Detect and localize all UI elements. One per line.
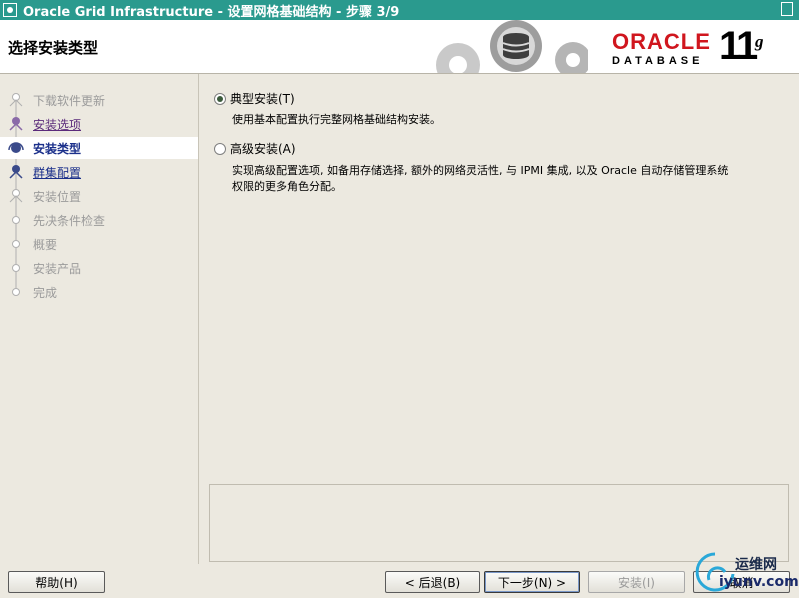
step-label: 安装类型 [33,142,82,156]
step-person-icon [9,93,23,107]
advanced-install-label[interactable]: 高级安装(A) [230,140,296,157]
step-label: 先决条件检查 [33,214,106,228]
back-button[interactable]: < 后退(B) [385,571,480,593]
oracle-logo: ORACLE [612,29,711,54]
version-logo: 11 [719,24,758,68]
step-dot-icon [12,216,20,224]
window-titlebar[interactable]: Oracle Grid Infrastructure - 设置网格基础结构 - … [0,0,799,20]
step-download-updates: 下载软件更新 [0,89,198,111]
step-label: 安装产品 [33,262,82,276]
step-person-icon [9,189,23,203]
step-prereq-check: 先决条件检查 [0,209,198,231]
advanced-description-line1: 实现高级配置选项, 如备用存储选择, 额外的网络灵活性, 与 IPMI 集成, … [232,164,729,177]
step-label: 概要 [33,238,58,252]
maximize-icon[interactable] [781,2,793,16]
version-suffix: g [755,32,764,51]
install-button[interactable]: 安装(I) [588,571,685,593]
typical-install-option[interactable]: 典型安装(T) [214,90,295,107]
step-person-icon [9,117,23,131]
step-dot-icon [12,240,20,248]
page-title: 选择安装类型 [8,39,99,57]
watermark-text: 运维网 [735,557,777,573]
help-button[interactable]: 帮助(H) [8,571,105,593]
typical-install-description: 使用基本配置执行完整网格基础结构安装。 [232,113,441,126]
step-dot-icon [12,288,20,296]
step-label[interactable]: 安装选项 [33,116,81,133]
step-install-product: 安装产品 [0,257,198,279]
advanced-install-option[interactable]: 高级安装(A) [214,140,296,157]
step-label: 安装位置 [33,190,82,204]
typical-install-label[interactable]: 典型安装(T) [230,90,295,107]
database-logo-text: DATABASE [612,55,704,67]
advanced-description-line2: 权限的更多角色分配。 [232,180,342,193]
watermark: 运维网 iyunv.com [693,548,799,596]
step-cluster-config[interactable]: 群集配置 [0,161,198,183]
header-banner: 选择安装类型 ORACLE DATABASE 11 g [0,20,799,74]
step-person-icon [9,165,23,179]
advanced-install-description: 实现高级配置选项, 如备用存储选择, 额外的网络灵活性, 与 IPMI 集成, … [232,163,784,195]
step-label[interactable]: 群集配置 [33,164,81,181]
advanced-install-radio[interactable] [214,142,226,155]
step-summary: 概要 [0,233,198,255]
watermark-url: iyunv.com [719,574,799,590]
step-label: 完成 [33,286,58,300]
window-title: Oracle Grid Infrastructure - 设置网格基础结构 - … [23,4,400,20]
step-install-type[interactable]: 安装类型 [0,137,198,159]
steps-panel: 下载软件更新 安装选项 安装类型 群集配置 安装位置 先决条件检查 概要 安装产… [0,74,199,564]
typical-install-radio[interactable] [214,92,226,105]
next-button[interactable]: 下一步(N) > [484,571,580,593]
step-install-location: 安装位置 [0,185,198,207]
step-install-option[interactable]: 安装选项 [0,113,198,135]
main-content: 典型安装(T) 使用基本配置执行完整网格基础结构安装。 高级安装(A) 实现高级… [200,74,799,564]
step-dot-icon [12,264,20,272]
step-finish: 完成 [0,281,198,303]
step-label: 下载软件更新 [33,94,106,108]
step-current-icon [8,142,24,153]
app-icon[interactable] [3,3,17,17]
gears-logo-icon [436,20,588,73]
